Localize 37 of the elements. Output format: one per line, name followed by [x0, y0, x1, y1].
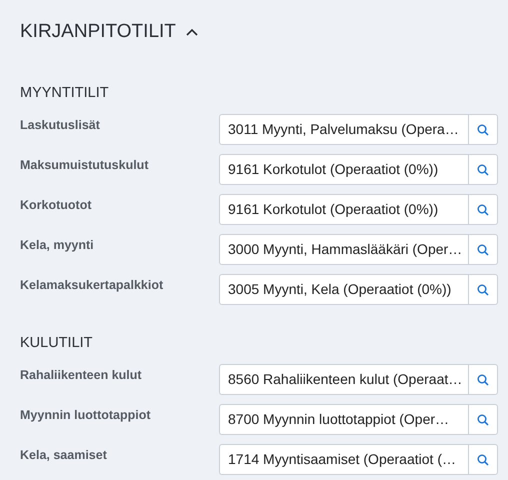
search-icon	[477, 124, 489, 136]
account-field[interactable]: 8560 Rahaliikenteen kulut (Operaat…	[219, 364, 468, 395]
search-icon	[477, 204, 489, 216]
account-field[interactable]: 8700 Myynnin luottotappiot (Oper…	[219, 404, 468, 435]
search-button[interactable]	[468, 364, 498, 395]
search-icon	[477, 284, 489, 296]
search-button[interactable]	[468, 404, 498, 435]
account-field[interactable]: 3005 Myynti, Kela (Operaatiot (0%))	[219, 274, 468, 305]
search-icon	[477, 244, 489, 256]
field-label: Kela, saamiset	[20, 447, 108, 464]
search-button[interactable]	[468, 234, 498, 265]
search-icon	[477, 454, 489, 466]
collapse-toggle[interactable]	[186, 28, 198, 36]
account-field[interactable]: 1714 Myyntisaamiset (Operaatiot (…	[219, 444, 468, 475]
search-icon	[477, 414, 489, 426]
search-button[interactable]	[468, 274, 498, 305]
field-label: Maksumuistutuskulut	[20, 157, 150, 174]
search-button[interactable]	[468, 114, 498, 145]
search-button[interactable]	[468, 194, 498, 225]
field-label: Laskutuslisät	[20, 117, 101, 134]
account-field[interactable]: 3000 Myynti, Hammaslääkäri (Oper…	[219, 234, 468, 265]
field-label: Kela, myynti	[20, 237, 95, 254]
group-heading: MYYNTITILIT	[20, 84, 110, 102]
search-button[interactable]	[468, 444, 498, 475]
field-label: Myynnin luottotappiot	[20, 407, 152, 424]
section-title: KIRJANPITOTILIT	[20, 20, 176, 44]
search-icon	[477, 164, 489, 176]
account-field[interactable]: 9161 Korkotulot (Operaatiot (0%))	[219, 194, 468, 225]
search-button[interactable]	[468, 154, 498, 185]
field-label: Rahaliikenteen kulut	[20, 367, 143, 384]
account-field[interactable]: 9161 Korkotulot (Operaatiot (0%))	[219, 154, 468, 185]
account-field[interactable]: 3011 Myynti, Palvelumaksu (Opera…	[219, 114, 468, 145]
field-label: Korkotuotot	[20, 197, 93, 214]
search-icon	[477, 374, 489, 386]
chevron-icon	[186, 28, 198, 36]
field-label: Kelamaksukertapalkkiot	[20, 277, 164, 294]
group-heading: KULUTILIT	[20, 334, 94, 352]
